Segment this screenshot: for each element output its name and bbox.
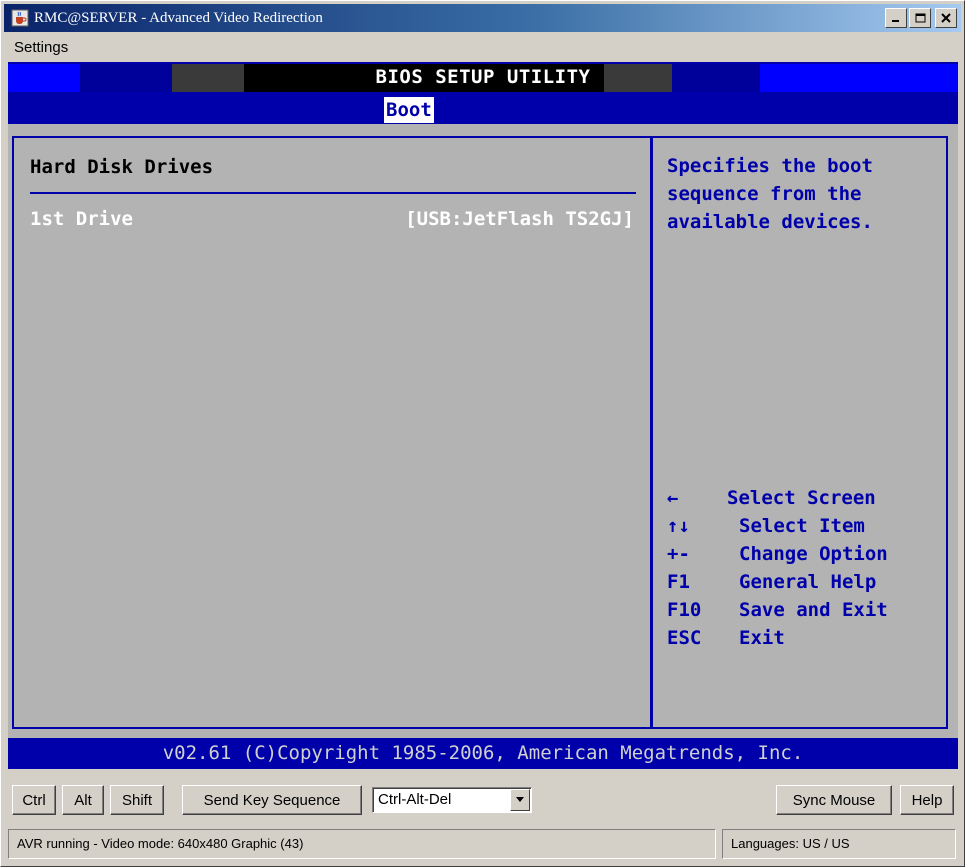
- key-name: F10: [667, 599, 702, 621]
- close-button[interactable]: [935, 8, 957, 28]
- key-legend-row: +- Change Option: [667, 543, 947, 571]
- languages-text: Languages: US / US: [722, 829, 956, 859]
- title-bar[interactable]: RMC@SERVER - Advanced Video Redirection: [4, 4, 961, 32]
- help-panel: Specifies the boot sequence from the ava…: [651, 136, 948, 729]
- menu-settings[interactable]: Settings: [14, 39, 68, 56]
- section-divider: [30, 192, 636, 194]
- help-button[interactable]: Help: [900, 785, 954, 815]
- minimize-button[interactable]: [885, 8, 907, 28]
- drive-item-value[interactable]: [USB:JetFlash TS2GJ]: [405, 208, 634, 230]
- bios-header-bar: BIOS SETUP UTILITY: [8, 62, 958, 94]
- key-name: ESC: [667, 627, 702, 649]
- window-title: RMC@SERVER - Advanced Video Redirection: [34, 9, 323, 26]
- key-name: +-: [667, 543, 690, 565]
- key-toolbar: Ctrl Alt Shift Send Key Sequence Ctrl-Al…: [4, 779, 961, 819]
- maximize-button[interactable]: [909, 8, 931, 28]
- key-description: Save and Exit: [739, 599, 888, 621]
- key-description: General Help: [739, 571, 877, 593]
- key-legend-row: ← Select Screen: [667, 487, 947, 515]
- key-legend: ← Select Screen ↑↓ Select Item +- Change…: [667, 487, 947, 655]
- tab-boot[interactable]: Boot: [384, 97, 434, 123]
- ctrl-button[interactable]: Ctrl: [12, 785, 56, 815]
- key-sequence-select[interactable]: Ctrl-Alt-Del: [372, 787, 532, 813]
- settings-panel: Hard Disk Drives 1st Drive [USB:JetFlash…: [12, 136, 652, 729]
- key-description: Select Screen: [727, 487, 876, 509]
- menu-bar: Settings: [4, 34, 961, 60]
- minimize-icon: [892, 20, 899, 22]
- close-icon: [941, 13, 951, 23]
- section-title: Hard Disk Drives: [30, 156, 214, 178]
- bios-screen[interactable]: BIOS SETUP UTILITY Boot Hard Disk Drives…: [8, 62, 958, 769]
- drive-item-label[interactable]: 1st Drive: [30, 208, 133, 230]
- help-text: Specifies the boot sequence from the ava…: [667, 155, 873, 233]
- bios-tab-row: Boot: [8, 94, 958, 124]
- key-name: ↑↓: [667, 515, 690, 537]
- shift-button[interactable]: Shift: [110, 785, 164, 815]
- key-description: Change Option: [739, 543, 888, 565]
- key-legend-row: F10 Save and Exit: [667, 599, 947, 627]
- key-name: ←: [667, 487, 679, 509]
- key-legend-row: ESC Exit: [667, 627, 947, 655]
- key-legend-row: ↑↓ Select Item: [667, 515, 947, 543]
- bios-title: BIOS SETUP UTILITY: [375, 66, 591, 88]
- key-sequence-value: Ctrl-Alt-Del: [378, 791, 452, 808]
- key-legend-row: F1 General Help: [667, 571, 947, 599]
- status-bar: AVR running - Video mode: 640x480 Graphi…: [4, 825, 961, 863]
- key-description: Select Item: [739, 515, 865, 537]
- maximize-icon: [915, 13, 925, 23]
- send-key-sequence-button[interactable]: Send Key Sequence: [182, 785, 362, 815]
- avr-window: RMC@SERVER - Advanced Video Redirection …: [0, 0, 965, 867]
- key-name: F1: [667, 571, 690, 593]
- status-text: AVR running - Video mode: 640x480 Graphi…: [8, 829, 716, 859]
- key-description: Exit: [739, 627, 785, 649]
- java-cup-icon: [10, 8, 30, 28]
- bios-copyright-footer: v02.61 (C)Copyright 1985-2006, American …: [8, 738, 958, 769]
- sync-mouse-button[interactable]: Sync Mouse: [776, 785, 892, 815]
- chevron-down-icon[interactable]: [510, 789, 530, 811]
- alt-button[interactable]: Alt: [62, 785, 104, 815]
